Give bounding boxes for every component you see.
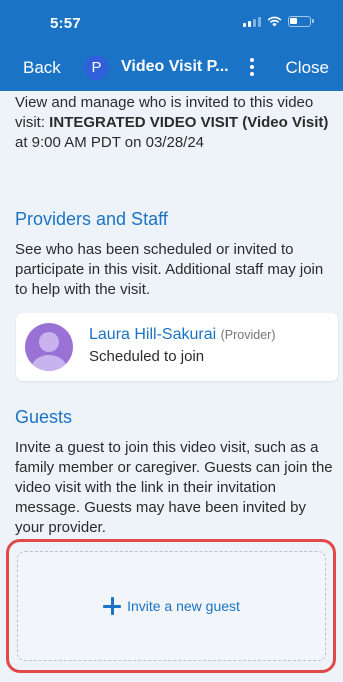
patient-avatar: P [84,55,109,80]
status-time: 5:57 [50,15,81,32]
intro-text: View and manage who is invited to this v… [15,93,337,153]
page-title: Video Visit P... [121,58,229,75]
back-button[interactable]: Back [23,58,61,78]
provider-name[interactable]: Laura Hill-Sakurai [89,326,216,343]
provider-avatar-icon [25,323,73,371]
visit-name: INTEGRATED VIDEO VISIT (Video Visit) [49,114,329,131]
status-icons [243,16,314,27]
app-header: 5:57 Back P Video Visit P... Close [0,0,343,91]
guests-description: Invite a guest to join this video visit,… [15,439,333,536]
providers-description: See who has been scheduled or invited to… [15,241,324,298]
signal-icon [243,16,261,27]
intro-text-after: at 9:00 AM PDT on 03/28/24 [15,134,205,151]
provider-card: Laura Hill-Sakurai (Provider) Scheduled … [16,313,338,381]
guests-section-title: Guests [15,407,73,427]
invite-guest-button[interactable]: Invite a new guest [17,551,326,661]
provider-status: Scheduled to join [89,348,205,365]
vertical-ellipsis-icon[interactable] [244,54,260,80]
battery-icon [288,16,314,27]
wifi-icon [267,16,282,27]
invite-guest-label: Invite a new guest [127,598,240,614]
status-bar: 5:57 [0,0,343,44]
provider-name-line: Laura Hill-Sakurai (Provider) [89,326,276,344]
close-button[interactable]: Close [286,58,329,78]
plus-icon [103,597,122,615]
provider-role: (Provider) [220,328,276,342]
providers-section-title: Providers and Staff [15,209,168,229]
main-content: View and manage who is invited to this v… [0,91,343,682]
nav-bar: Back P Video Visit P... Close [0,44,343,91]
